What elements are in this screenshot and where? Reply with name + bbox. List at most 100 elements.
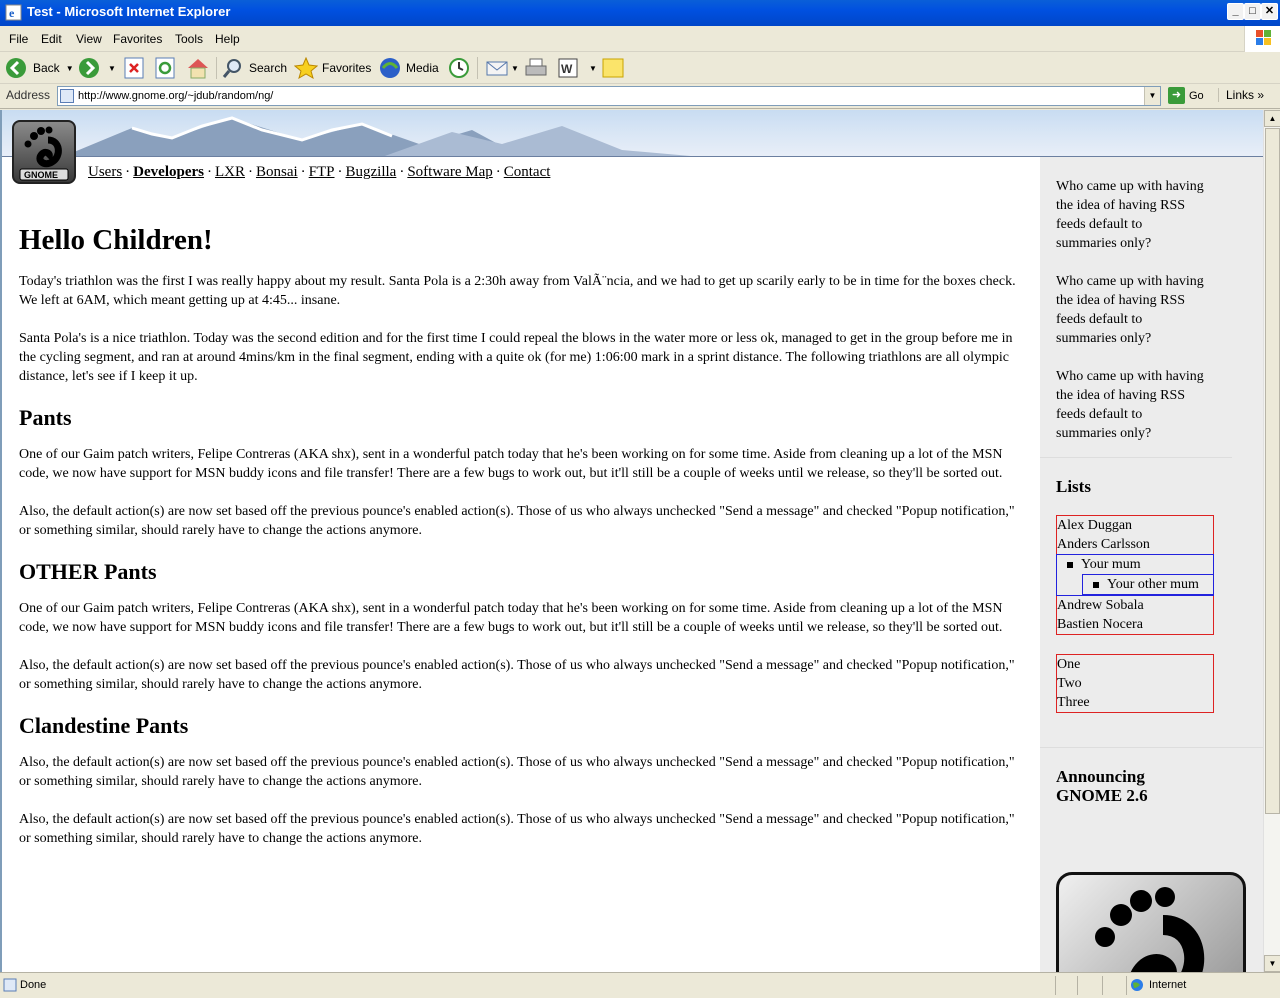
gnome-logo[interactable]: GNOME	[12, 120, 76, 184]
stop-icon	[124, 57, 144, 79]
sidebar-divider	[1040, 457, 1232, 458]
section-paragraph: Also, the default action(s) are now set …	[19, 755, 1015, 789]
status-bar: Done Internet	[0, 972, 1280, 998]
nav-separator: ·	[495, 164, 501, 180]
section-heading-other-pants: OTHER Pants	[19, 559, 157, 584]
back-arrow-icon	[6, 58, 26, 78]
browser-viewport: GNOME Users · Developers · LXR · Bonsai · FTP · Bu…	[0, 110, 1280, 972]
scrollbar-thumb[interactable]	[1265, 128, 1280, 814]
menu-tools[interactable]: Tools	[175, 32, 203, 46]
section-heading-pants: Pants	[19, 405, 72, 430]
back-button[interactable]: Back ▼	[5, 55, 74, 81]
people-list: Alex Duggan Anders Carlsson Your mum You…	[1056, 515, 1214, 635]
nav-link-contact[interactable]: Contact	[504, 164, 551, 180]
note-icon	[602, 58, 624, 78]
nav-link-bonsai[interactable]: Bonsai	[256, 164, 298, 180]
refresh-button[interactable]	[155, 55, 175, 81]
links-button[interactable]: Links »	[1218, 88, 1264, 102]
status-cell	[1126, 976, 1127, 995]
lists-heading: Lists	[1056, 477, 1091, 496]
address-bar: Address http://www.gnome.org/~jdub/rando…	[0, 84, 1280, 109]
list-item: Alex Duggan	[1057, 518, 1133, 533]
status-cell	[1077, 976, 1078, 995]
media-label: Media	[406, 61, 439, 75]
word-icon: W	[558, 58, 578, 78]
home-icon	[188, 59, 208, 79]
forward-arrow-icon	[79, 58, 99, 78]
print-button[interactable]	[524, 55, 548, 81]
menu-bar: File Edit View Favorites Tools Help	[0, 26, 1280, 52]
bullet-icon	[1067, 561, 1073, 568]
gnome-foot-icon	[1095, 887, 1205, 972]
chevron-down-icon[interactable]: ▼	[589, 64, 597, 73]
nav-link-bugzilla[interactable]: Bugzilla	[346, 164, 397, 180]
chevron-down-icon[interactable]: ▼	[511, 64, 519, 73]
menu-favorites[interactable]: Favorites	[113, 32, 162, 46]
numbers-list: One Two Three	[1056, 654, 1214, 713]
page-heading: Hello Children!	[19, 224, 213, 256]
nav-link-users[interactable]: Users	[88, 164, 122, 180]
menu-help[interactable]: Help	[215, 32, 240, 46]
internet-explorer-icon: e	[5, 4, 22, 21]
home-button[interactable]	[186, 55, 210, 81]
favorites-button[interactable]: Favorites	[294, 55, 371, 81]
chevron-down-icon[interactable]: ▼	[66, 64, 74, 73]
address-url[interactable]: http://www.gnome.org/~jdub/random/ng/	[78, 90, 273, 102]
maximize-button[interactable]: □	[1244, 3, 1261, 20]
vertical-scrollbar[interactable]: ▲ ▼	[1263, 110, 1280, 972]
search-label: Search	[249, 61, 288, 75]
menu-view[interactable]: View	[76, 32, 102, 46]
nav-link-lxr[interactable]: LXR	[215, 164, 245, 180]
menu-file[interactable]: File	[9, 32, 28, 46]
list-item: Bastien Nocera	[1057, 617, 1143, 632]
menu-edit[interactable]: Edit	[41, 32, 62, 46]
refresh-icon	[155, 57, 175, 79]
section-paragraph: One of our Gaim patch writers, Felipe Co…	[19, 601, 1003, 635]
list-item: Andrew Sobala	[1057, 598, 1144, 613]
bullet-icon	[1093, 581, 1099, 588]
sidebar-question: Who came up with having the idea of havi…	[1056, 274, 1204, 346]
go-arrow-icon: ➜	[1168, 87, 1185, 104]
mail-icon	[486, 61, 508, 76]
nav-separator: ·	[125, 164, 131, 180]
window-title: Test - Microsoft Internet Explorer	[27, 4, 231, 19]
media-button[interactable]: Media	[379, 55, 439, 81]
page-status-icon	[3, 978, 17, 992]
search-button[interactable]: Search	[222, 55, 287, 81]
forward-button[interactable]: ▼	[78, 55, 116, 81]
nav-link-developers[interactable]: Developers	[133, 164, 204, 180]
scroll-up-icon[interactable]: ▲	[1264, 110, 1280, 127]
minimize-button[interactable]: _	[1227, 3, 1244, 20]
edit-button[interactable]: W ▼	[557, 55, 597, 81]
go-button[interactable]: ➜ Go	[1168, 87, 1204, 104]
list-item: Your mum	[1067, 555, 1213, 574]
status-text: Done	[20, 979, 47, 991]
favorites-label: Favorites	[322, 61, 372, 75]
close-button[interactable]: ✕	[1261, 3, 1278, 20]
zone-label: Internet	[1149, 979, 1187, 991]
security-zone: Internet	[1130, 978, 1186, 992]
address-input[interactable]: http://www.gnome.org/~jdub/random/ng/ ▼	[57, 86, 1161, 106]
gnome-announce-image[interactable]	[1056, 872, 1246, 972]
chevron-right-icon: »	[1257, 88, 1265, 102]
page-icon	[60, 89, 74, 103]
history-button[interactable]	[447, 55, 471, 81]
intro-paragraph: Santa Pola's is a nice triathlon. Today …	[19, 331, 1013, 384]
nav-link-software-map[interactable]: Software Map	[407, 164, 492, 180]
discuss-button[interactable]	[602, 55, 624, 81]
go-label: Go	[1189, 89, 1204, 102]
nav-link-ftp[interactable]: FTP	[309, 164, 335, 180]
mail-button[interactable]: ▼	[485, 55, 519, 81]
globe-icon	[1131, 979, 1143, 991]
list-item: One	[1057, 657, 1081, 672]
section-paragraph: One of our Gaim patch writers, Felipe Co…	[19, 447, 1003, 481]
stop-button[interactable]	[124, 55, 144, 81]
nav-separator: ·	[206, 164, 212, 180]
status-cell	[1102, 976, 1103, 995]
chevron-down-icon[interactable]: ▼	[108, 64, 116, 73]
history-icon	[449, 58, 469, 78]
address-dropdown-icon[interactable]: ▼	[1144, 87, 1160, 105]
web-page: GNOME Users · Developers · LXR · Bonsai · FTP · Bu…	[2, 110, 1264, 972]
section-paragraph: Also, the default action(s) are now set …	[19, 658, 1015, 692]
scroll-down-icon[interactable]: ▼	[1264, 955, 1280, 972]
